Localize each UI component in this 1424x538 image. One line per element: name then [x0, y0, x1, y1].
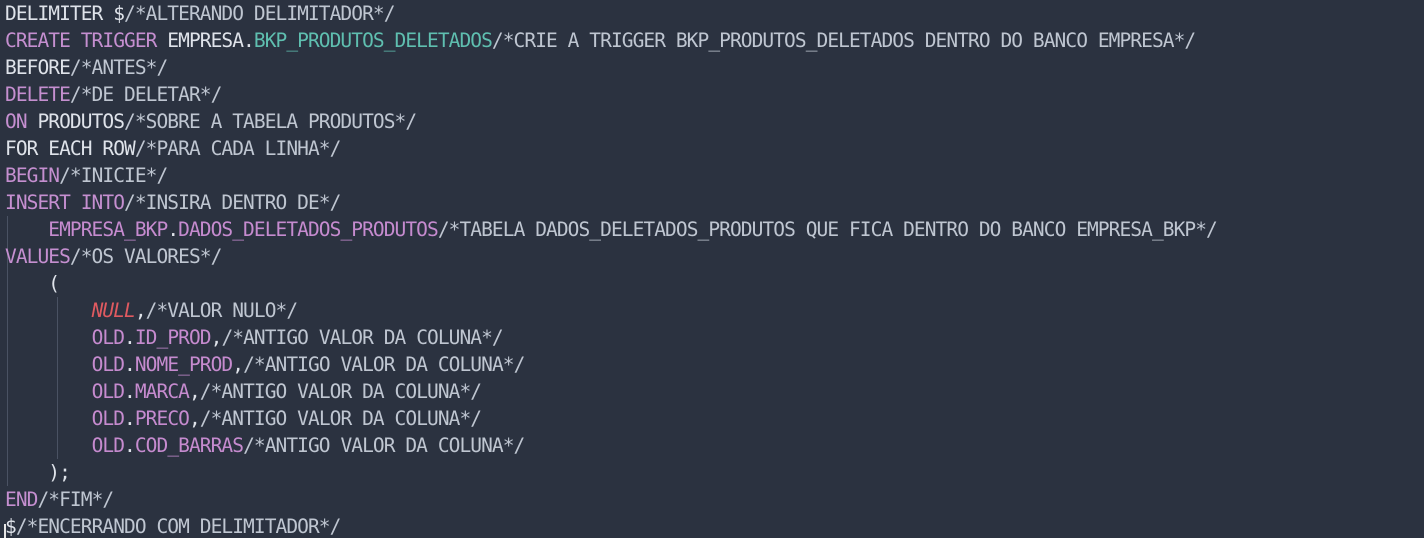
sql-keyword: ON	[5, 110, 28, 133]
code-line[interactable]: DELIMITER $/*ALTERANDO DELIMITADOR*/	[5, 0, 395, 27]
code-text: PRODUTOS	[26, 110, 125, 133]
sql-trigger-name: BKP_PRODUTOS_DELETADOS	[253, 29, 493, 52]
code-line[interactable]: OLD.MARCA,/*ANTIGO VALOR DA COLUNA*/	[5, 378, 482, 405]
sql-keyword: BEGIN	[5, 164, 60, 187]
code-text: .	[124, 407, 136, 430]
sql-comment: /*SOBRE A TABELA PRODUTOS*/	[124, 110, 417, 133]
sql-keyword: END	[5, 488, 38, 511]
sql-comment: /*ANTIGO VALOR DA COLUNA*/	[243, 353, 525, 376]
code-text: ,	[188, 407, 201, 430]
code-line[interactable]: INSERT INTO/*INSIRA DENTRO DE*/	[5, 189, 341, 216]
code-text: .	[124, 434, 136, 457]
sql-comment: /*INICIE*/	[59, 164, 168, 187]
code-line[interactable]: (	[5, 270, 60, 297]
sql-comment: /*DE DELETAR*/	[69, 83, 222, 106]
code-line[interactable]: END/*FIM*/	[5, 486, 114, 513]
code-text: ,	[210, 326, 223, 349]
sql-comment: /*ANTIGO VALOR DA COLUNA*/	[221, 326, 503, 349]
code-line[interactable]: NULL,/*VALOR NULO*/	[5, 297, 299, 324]
code-text: );	[5, 461, 71, 484]
text-cursor	[4, 524, 6, 538]
code-text: ,	[134, 299, 147, 322]
code-text: ,	[188, 380, 201, 403]
sql-null-literal: NULL	[91, 299, 136, 322]
code-text: $	[5, 515, 17, 538]
code-line[interactable]: OLD.COD_BARRAS/*ANTIGO VALOR DA COLUNA*/	[5, 432, 526, 459]
code-line[interactable]: OLD.PRECO,/*ANTIGO VALOR DA COLUNA*/	[5, 405, 482, 432]
sql-comment: /*FIM*/	[37, 488, 114, 511]
code-line[interactable]: CREATE TRIGGER EMPRESA.BKP_PRODUTOS_DELE…	[5, 27, 1196, 54]
code-line[interactable]: DELETE/*DE DELETAR*/	[5, 81, 222, 108]
sql-comment: /*ENCERRANDO COM DELIMITADOR*/	[15, 515, 342, 538]
sql-keyword: CREATE TRIGGER	[5, 29, 157, 52]
code-line[interactable]: BEFORE/*ANTES*/	[5, 54, 168, 81]
code-text: EMPRESA.	[156, 29, 255, 52]
code-line[interactable]: );	[5, 459, 71, 486]
code-text: (	[5, 272, 60, 295]
code-line[interactable]: OLD.ID_PROD,/*ANTIGO VALOR DA COLUNA*/	[5, 324, 504, 351]
code-text: FOR EACH ROW	[5, 137, 136, 160]
sql-keyword: VALUES	[5, 245, 71, 268]
sql-identifier: MARCA	[134, 380, 190, 403]
sql-identifier: PRECO	[134, 407, 190, 430]
sql-identifier: DADOS_DELETADOS_PRODUTOS	[178, 218, 439, 241]
sql-keyword: DELETE	[5, 83, 71, 106]
sql-comment: /*OS VALORES*/	[69, 245, 222, 268]
sql-comment: /*PARA CADA LINHA*/	[134, 137, 342, 160]
code-editor[interactable]: DELIMITER $/*ALTERANDO DELIMITADOR*/CREA…	[0, 0, 1424, 538]
code-line[interactable]: $/*ENCERRANDO COM DELIMITADOR*/	[5, 513, 342, 538]
code-line[interactable]: EMPRESA_BKP.DADOS_DELETADOS_PRODUTOS/*TA…	[5, 216, 1218, 243]
sql-identifier: OLD	[91, 407, 125, 430]
sql-identifier: NOME_PROD	[134, 353, 233, 376]
code-line[interactable]: ON PRODUTOS/*SOBRE A TABELA PRODUTOS*/	[5, 108, 417, 135]
sql-comment: /*TABELA DADOS_DELETADOS_PRODUTOS QUE FI…	[437, 218, 1218, 241]
code-text: BEFORE	[5, 56, 71, 79]
sql-identifier: OLD	[91, 380, 125, 403]
sql-comment: /*INSIRA DENTRO DE*/	[124, 191, 341, 214]
sql-identifier: OLD	[91, 326, 125, 349]
sql-comment: /*VALOR NULO*/	[145, 299, 298, 322]
code-text: DELIMITER $	[5, 2, 125, 25]
sql-comment: /*ANTES*/	[69, 56, 168, 79]
sql-comment: /*CRIE A TRIGGER BKP_PRODUTOS_DELETADOS …	[491, 29, 1196, 52]
code-text: ,	[232, 353, 244, 376]
code-text: .	[124, 353, 136, 376]
code-text: .	[124, 380, 136, 403]
code-line[interactable]: FOR EACH ROW/*PARA CADA LINHA*/	[5, 135, 342, 162]
code-text: .	[124, 326, 136, 349]
sql-identifier: COD_BARRAS	[134, 434, 244, 457]
sql-comment: /*ANTIGO VALOR DA COLUNA*/	[199, 407, 482, 430]
code-line[interactable]: OLD.NOME_PROD,/*ANTIGO VALOR DA COLUNA*/	[5, 351, 526, 378]
sql-identifier: ID_PROD	[134, 326, 212, 349]
sql-comment: /*ANTIGO VALOR DA COLUNA*/	[199, 380, 482, 403]
code-line[interactable]: VALUES/*OS VALORES*/	[5, 243, 222, 270]
sql-comment: /*ANTIGO VALOR DA COLUNA*/	[243, 434, 525, 457]
sql-comment: /*ALTERANDO DELIMITADOR*/	[124, 2, 395, 25]
code-text: .	[167, 218, 179, 241]
sql-identifier: EMPRESA_BKP	[48, 218, 168, 241]
sql-keyword: INSERT INTO	[5, 191, 125, 214]
sql-identifier: OLD	[91, 353, 125, 376]
sql-identifier: OLD	[91, 434, 125, 457]
code-line[interactable]: BEGIN/*INICIE*/	[5, 162, 168, 189]
